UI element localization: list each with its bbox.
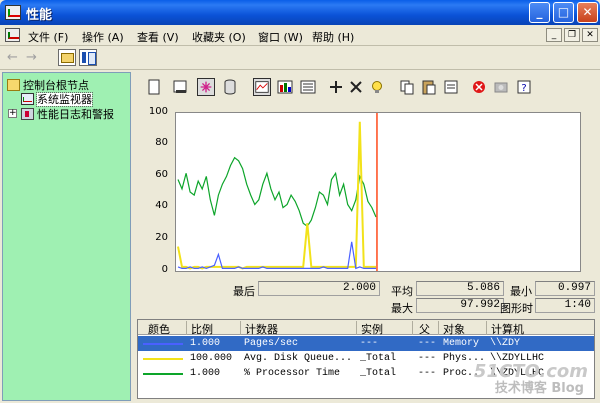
minimum-label: 最小 (510, 285, 532, 298)
col-parent[interactable]: 父 (412, 321, 430, 336)
row-instance: --- (360, 338, 379, 349)
tree-item-logs-alerts[interactable]: 性能日志和警报 (21, 106, 114, 121)
tree-item-root[interactable]: 控制台根节点 (7, 77, 89, 92)
navigation-toolbar: ← → (0, 46, 600, 70)
maximize-button[interactable]: □ (553, 2, 574, 23)
svg-text:?: ? (521, 83, 526, 94)
col-object[interactable]: 对象 (438, 321, 465, 336)
row-computer: \\ZDY (490, 338, 521, 349)
menu-window[interactable]: 窗口 (W) (258, 29, 303, 45)
y-tick-label: 100 (148, 106, 168, 117)
row-parent: --- (418, 368, 437, 379)
add-counter-icon[interactable] (327, 78, 345, 96)
col-scale[interactable]: 比例 (186, 321, 213, 336)
window-title: 性能 (26, 8, 53, 23)
new-counter-set-icon[interactable] (145, 78, 163, 96)
delete-counter-icon[interactable] (347, 78, 365, 96)
menu-favorites[interactable]: 收藏夹 (O) (192, 29, 246, 45)
menu-help[interactable]: 帮助 (H) (312, 29, 354, 45)
legend-header: 颜色 比例 计数器 实例 父 对象 计算机 (138, 320, 594, 336)
folder-icon (7, 79, 20, 91)
last-label: 最后 (233, 285, 255, 298)
maximum-label: 最大 (391, 302, 413, 315)
update-data-icon[interactable] (492, 78, 510, 96)
show-hide-tree-icon[interactable] (79, 49, 97, 66)
minimum-value: 0.997 (535, 281, 595, 296)
graph-area: 100 80 60 40 20 0 (133, 106, 598, 276)
view-log-data-icon[interactable] (221, 78, 239, 96)
col-color[interactable]: 颜色 (148, 321, 170, 336)
child-minimize-button[interactable]: _ (546, 28, 562, 42)
last-value: 2.000 (258, 281, 380, 296)
row-instance: _Total (360, 368, 397, 379)
row-scale: 1.000 (190, 368, 221, 379)
row-object: Memory (443, 338, 480, 349)
view-current-activity-icon[interactable] (197, 78, 215, 96)
logs-alerts-icon (21, 108, 34, 120)
close-button[interactable]: ✕ (577, 2, 598, 23)
maximum-value: 97.992 (416, 298, 504, 313)
menu-view[interactable]: 查看 (V) (137, 29, 179, 45)
col-instance[interactable]: 实例 (356, 321, 383, 336)
col-counter[interactable]: 计数器 (240, 321, 278, 336)
view-report-icon[interactable] (299, 78, 317, 96)
row-counter: Pages/sec (244, 338, 299, 349)
help-icon[interactable]: ? (515, 78, 533, 96)
average-label: 平均 (391, 285, 413, 298)
value-bar: 最后 2.000 平均 5.086 最小 0.997 最大 97.992 图形时… (133, 280, 598, 331)
menu-bar: 文件 (F) 操作 (A) 查看 (V) 收藏夹 (O) 窗口 (W) 帮助 (… (0, 25, 600, 46)
y-tick-label: 20 (155, 232, 168, 243)
row-counter: Avg. Disk Queue... (244, 353, 353, 364)
duration-value: 1:40 (535, 298, 595, 313)
expand-plus-icon[interactable]: + (8, 109, 17, 118)
line-chart (177, 113, 378, 271)
row-instance: _Total (360, 353, 397, 364)
clear-display-icon[interactable] (171, 78, 189, 96)
title-bar: 性能 _ □ ✕ (0, 0, 600, 25)
counter-legend: 颜色 比例 计数器 实例 父 对象 计算机 1.000 Pages/sec --… (137, 319, 595, 399)
col-computer[interactable]: 计算机 (486, 321, 524, 336)
watermark-caption: 技术博客 Blog (494, 381, 584, 396)
legend-row[interactable]: 1.000 Pages/sec --- --- Memory \\ZDY (138, 336, 594, 351)
row-scale: 100.000 (190, 353, 233, 364)
view-graph-icon[interactable] (253, 78, 271, 96)
series-color-swatch (143, 358, 183, 360)
average-value: 5.086 (416, 281, 504, 296)
view-histogram-icon[interactable] (276, 78, 294, 96)
monitor-toolbar: ? (133, 72, 598, 102)
row-counter: % Processor Time (244, 368, 341, 379)
y-tick-label: 40 (155, 200, 168, 211)
performance-app-icon (5, 5, 21, 20)
back-arrow-icon[interactable]: ← (7, 50, 18, 65)
y-tick-label: 80 (155, 137, 168, 148)
highlight-icon[interactable] (368, 78, 386, 96)
row-parent: --- (418, 353, 437, 364)
series-color-swatch (143, 373, 183, 375)
tree-item-system-monitor[interactable]: 系统监视器 (21, 91, 93, 107)
menu-file[interactable]: 文件 (F) (28, 29, 68, 45)
child-restore-button[interactable]: ❐ (564, 28, 580, 42)
properties-icon[interactable] (442, 78, 460, 96)
console-tree: 控制台根节点 系统监视器 + 性能日志和警报 (2, 72, 131, 401)
series-line-pages-sec (177, 241, 376, 270)
row-scale: 1.000 (190, 338, 221, 349)
system-monitor-pane: ? 100 80 60 40 20 0 最后 2.000 平均 5.086 最小… (133, 72, 598, 401)
menu-action[interactable]: 操作 (A) (82, 29, 124, 45)
minimize-button[interactable]: _ (529, 2, 550, 23)
up-one-level-icon[interactable] (58, 49, 76, 66)
freeze-display-icon[interactable] (470, 78, 488, 96)
y-tick-label: 60 (155, 169, 168, 180)
copy-properties-icon[interactable] (398, 78, 416, 96)
y-tick-label: 0 (161, 264, 168, 275)
row-parent: --- (418, 338, 437, 349)
series-line-processor-time (177, 156, 377, 228)
series-color-swatch (143, 343, 183, 345)
console-icon[interactable] (5, 28, 20, 42)
child-close-button[interactable]: ✕ (582, 28, 598, 42)
paste-counter-list-icon[interactable] (420, 78, 438, 96)
system-monitor-icon (21, 93, 34, 105)
performance-graph[interactable] (175, 112, 581, 272)
forward-arrow-icon[interactable]: → (26, 50, 37, 65)
